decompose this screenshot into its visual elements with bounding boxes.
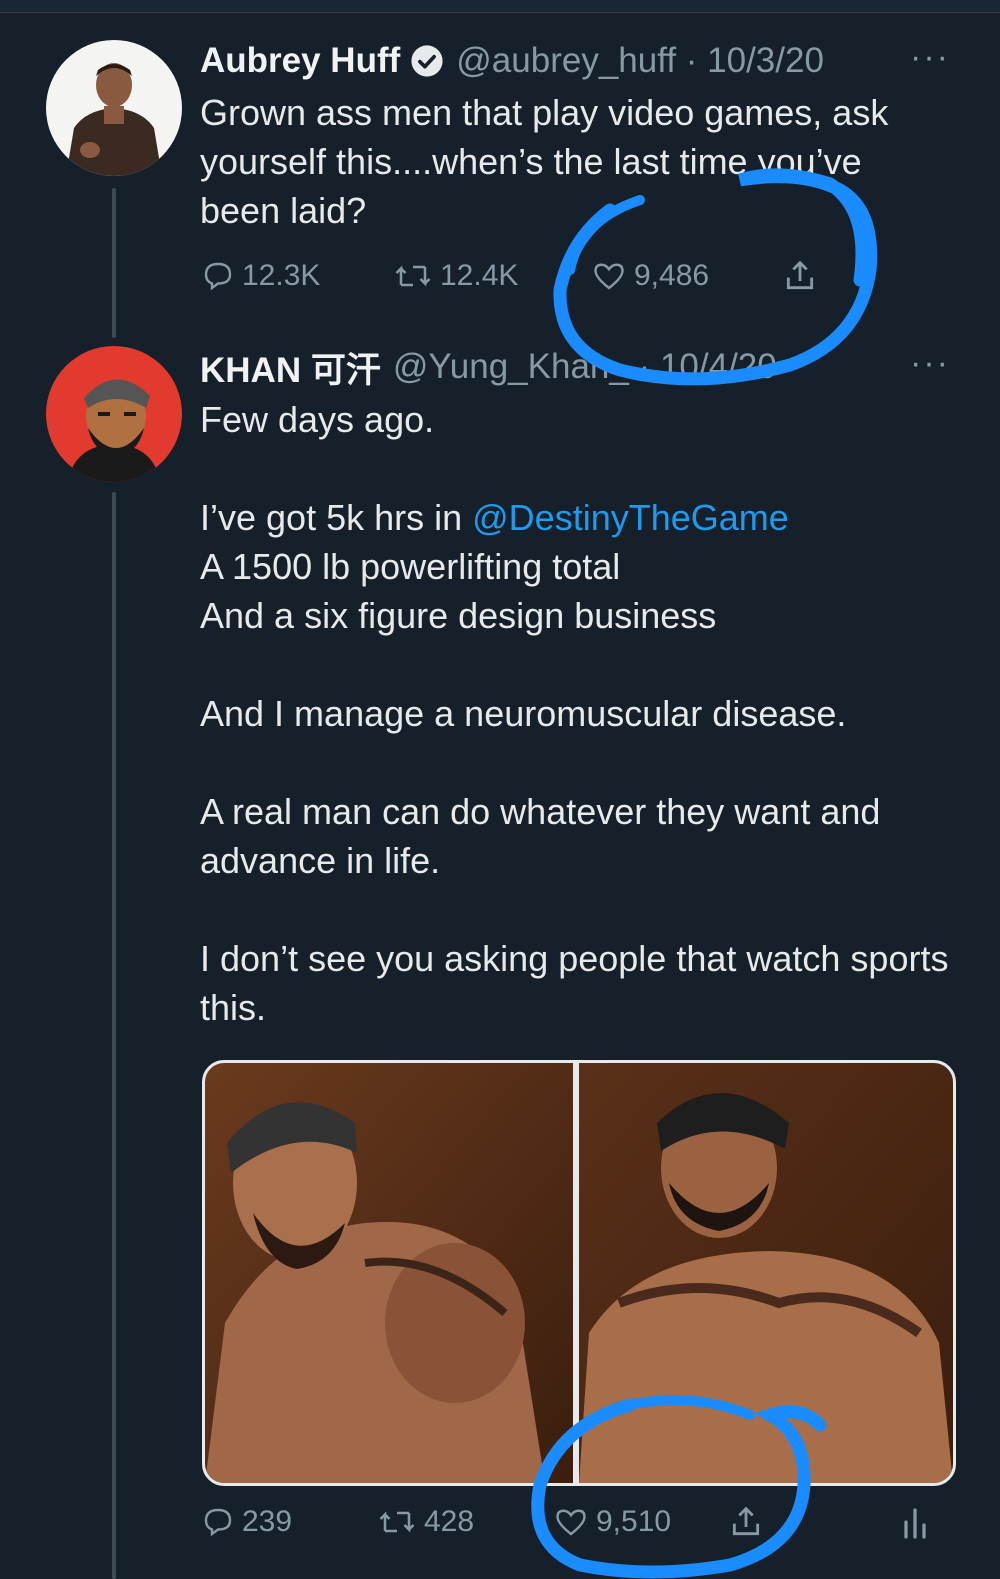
retweet-icon <box>379 1511 415 1533</box>
mention-link[interactable]: @DestinyTheGame <box>472 497 789 538</box>
author-handle-date[interactable]: @Yung_Khan_ · 10/4/20 <box>393 347 777 387</box>
author-handle-date[interactable]: @aubrey_huff · 10/3/20 <box>456 41 824 81</box>
analytics-icon <box>904 1508 926 1539</box>
reply-button[interactable]: 239 <box>200 1504 292 1540</box>
tweet-text-body: A 1500 lb powerlifting total And a six f… <box>200 546 949 1028</box>
top-divider <box>0 0 1000 13</box>
analytics-button[interactable] <box>900 1504 936 1540</box>
tweet-text: Grown ass men that play video games, ask… <box>200 92 899 231</box>
verified-badge-icon <box>410 44 444 78</box>
tweet-original[interactable]: Aubrey Huff @aubrey_huff · 10/3/20 ··· G… <box>200 38 960 235</box>
like-button[interactable]: 9,510 <box>552 1504 671 1540</box>
share-button[interactable] <box>726 1502 772 1542</box>
reply-count: 239 <box>242 1505 293 1538</box>
like-count: 9,486 <box>634 259 710 292</box>
reply-button[interactable]: 12.3K <box>200 258 320 294</box>
more-options-icon[interactable]: ··· <box>910 344 950 383</box>
heart-icon <box>556 1509 586 1536</box>
tweet-actions: 239 428 9,510 <box>200 1500 940 1544</box>
retweet-count: 12.4K <box>440 259 519 292</box>
reply-icon <box>204 262 232 291</box>
tweet-header: KHAN 可汗 @Yung_Khan_ · 10/4/20 <box>200 344 960 390</box>
tweet-reply[interactable]: KHAN 可汗 @Yung_Khan_ · 10/4/20 ··· Few da… <box>200 344 960 1032</box>
reply-count: 12.3K <box>242 259 321 292</box>
retweet-button[interactable]: 12.4K <box>392 258 518 294</box>
share-button[interactable] <box>780 256 826 296</box>
avatar[interactable] <box>46 40 182 176</box>
photo-right[interactable] <box>579 1063 953 1483</box>
share-icon <box>732 1506 760 1536</box>
tweet-text-line2: I’ve got 5k hrs in @DestinyTheGame <box>200 493 960 542</box>
media-grid <box>202 1060 956 1486</box>
tweet-actions: 12.3K 12.4K 9,486 <box>200 254 840 298</box>
tweet-text-line1: Few days ago. <box>200 399 435 440</box>
reply-icon <box>204 1508 232 1537</box>
author-name[interactable]: Aubrey Huff <box>200 41 400 81</box>
author-name[interactable]: KHAN 可汗 <box>200 342 381 393</box>
like-button[interactable]: 9,486 <box>590 258 709 294</box>
tweet-text-prefix: I’ve got 5k hrs in <box>200 497 473 538</box>
photo-left[interactable] <box>205 1063 573 1483</box>
avatar[interactable] <box>46 346 182 482</box>
tweet-header: Aubrey Huff @aubrey_huff · 10/3/20 <box>200 38 960 84</box>
share-icon <box>786 260 814 290</box>
retweet-icon <box>395 265 431 287</box>
like-count: 9,510 <box>596 1505 672 1538</box>
retweet-count: 428 <box>424 1505 475 1538</box>
heart-icon <box>594 263 624 290</box>
thread-connector <box>112 188 116 338</box>
retweet-button[interactable]: 428 <box>376 1504 474 1540</box>
more-options-icon[interactable]: ··· <box>910 38 950 77</box>
thread-connector <box>112 492 116 1579</box>
